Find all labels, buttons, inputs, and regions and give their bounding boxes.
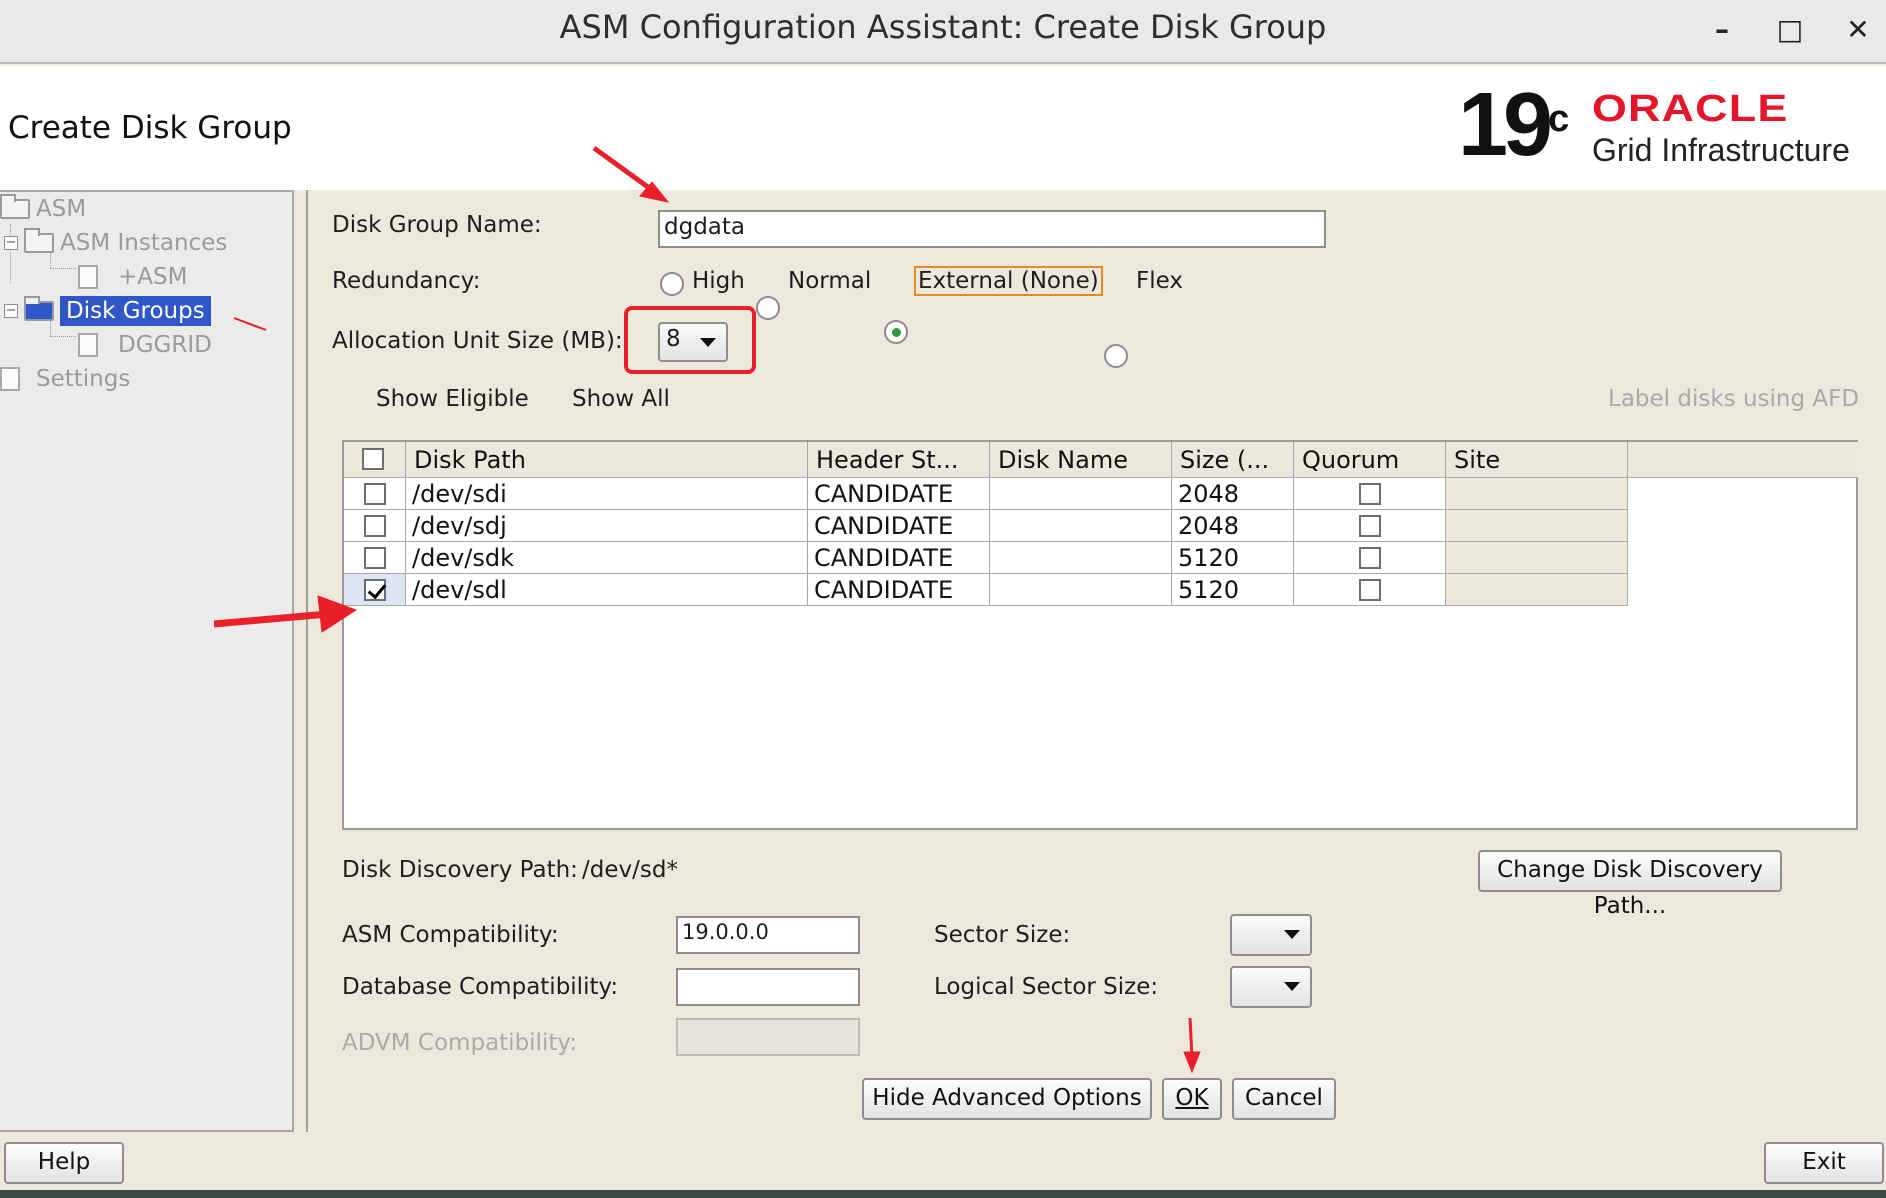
annotation-arrows bbox=[213, 145, 1201, 1074]
annotation-arrow-name bbox=[592, 145, 654, 193]
annotation-arrow-disk bbox=[213, 610, 329, 628]
annotation-arrow-head bbox=[317, 595, 358, 633]
annotation-arrow-head bbox=[1183, 1051, 1201, 1074]
annotation-mark-disk-groups bbox=[233, 317, 267, 331]
